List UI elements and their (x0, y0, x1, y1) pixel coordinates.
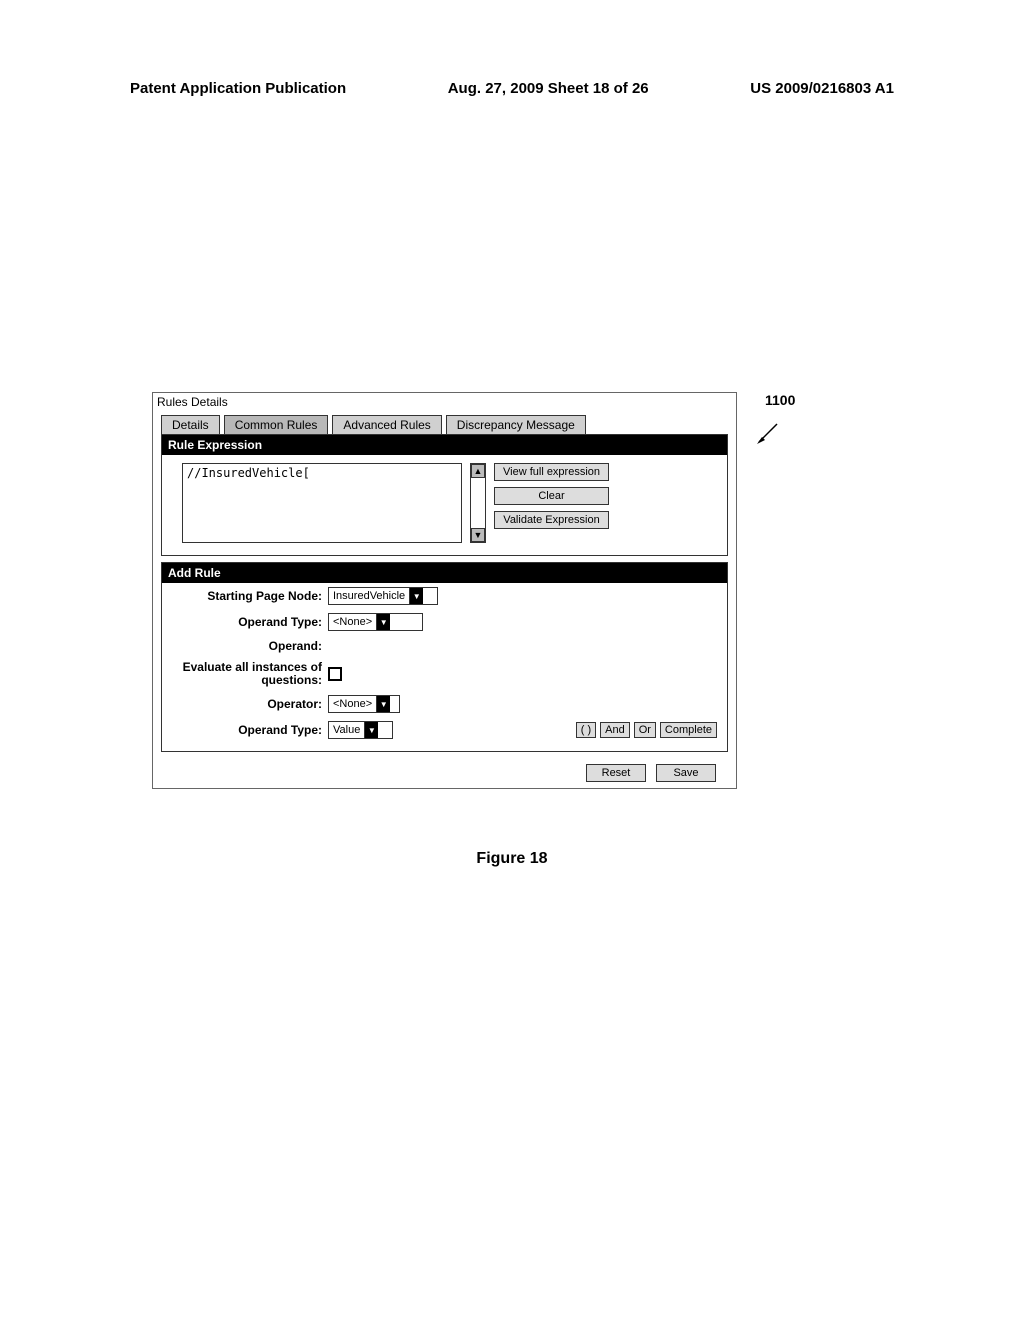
save-button[interactable]: Save (656, 764, 716, 782)
rule-expression-header: Rule Expression (162, 435, 727, 455)
clear-button[interactable]: Clear (494, 487, 609, 505)
scroll-down-icon[interactable]: ▼ (471, 528, 485, 542)
operand-type-1-select[interactable]: <None> ▼ (328, 613, 423, 631)
chevron-down-icon: ▼ (376, 614, 390, 630)
tabs-row: Details Common Rules Advanced Rules Disc… (153, 411, 736, 434)
footer-buttons: Reset Save (153, 758, 736, 788)
tab-discrepancy-message[interactable]: Discrepancy Message (446, 415, 586, 434)
starting-page-node-select[interactable]: InsuredVehicle ▼ (328, 587, 438, 605)
starting-page-node-label: Starting Page Node: (182, 589, 322, 603)
chevron-down-icon: ▼ (376, 696, 390, 712)
and-button[interactable]: And (600, 722, 630, 738)
operand-type-1-label: Operand Type: (182, 615, 322, 629)
evaluate-all-checkbox[interactable] (328, 667, 342, 681)
scrollbar[interactable]: ▲ ▼ (470, 463, 486, 543)
tab-details[interactable]: Details (161, 415, 220, 434)
reference-number: 1100 (765, 392, 795, 408)
header-right: US 2009/0216803 A1 (750, 80, 894, 97)
reference-arrow-icon (755, 420, 785, 450)
expression-buttons: View full expression Clear Validate Expr… (494, 463, 609, 529)
complete-button[interactable]: Complete (660, 722, 717, 738)
document-header: Patent Application Publication Aug. 27, … (0, 80, 1024, 97)
operator-value: <None> (329, 697, 376, 711)
view-full-expression-button[interactable]: View full expression (494, 463, 609, 481)
add-rule-header: Add Rule (162, 563, 727, 583)
chevron-down-icon: ▼ (364, 722, 378, 738)
or-button[interactable]: Or (634, 722, 656, 738)
chevron-down-icon: ▼ (409, 588, 423, 604)
operand-label: Operand: (182, 639, 322, 653)
rule-expression-row: ▲ ▼ View full expression Clear Validate … (162, 455, 727, 547)
header-left: Patent Application Publication (130, 80, 346, 97)
rule-expression-input[interactable] (182, 463, 462, 543)
header-center: Aug. 27, 2009 Sheet 18 of 26 (448, 80, 649, 97)
operand-type-2-value: Value (329, 723, 364, 737)
tab-advanced-rules[interactable]: Advanced Rules (332, 415, 441, 434)
operator-select[interactable]: <None> ▼ (328, 695, 400, 713)
reset-button[interactable]: Reset (586, 764, 646, 782)
figure-caption: Figure 18 (0, 850, 1024, 868)
scroll-up-icon[interactable]: ▲ (471, 464, 485, 478)
paren-button[interactable]: ( ) (576, 722, 596, 738)
evaluate-all-label: Evaluate all instances of questions: (182, 661, 322, 687)
rules-details-panel: Rules Details Details Common Rules Advan… (152, 392, 737, 789)
panel-title: Rules Details (153, 393, 736, 411)
starting-page-node-value: InsuredVehicle (329, 589, 409, 603)
operand-type-2-label: Operand Type: (182, 723, 322, 737)
operand-type-1-value: <None> (329, 615, 376, 629)
operator-label: Operator: (182, 697, 322, 711)
add-rule-section: Add Rule Starting Page Node: InsuredVehi… (161, 562, 728, 752)
validate-expression-button[interactable]: Validate Expression (494, 511, 609, 529)
operand-type-2-select[interactable]: Value ▼ (328, 721, 393, 739)
rule-expression-section: Rule Expression ▲ ▼ View full expression… (161, 434, 728, 556)
inline-buttons: ( ) And Or Complete (576, 722, 717, 738)
tab-common-rules[interactable]: Common Rules (224, 415, 329, 434)
